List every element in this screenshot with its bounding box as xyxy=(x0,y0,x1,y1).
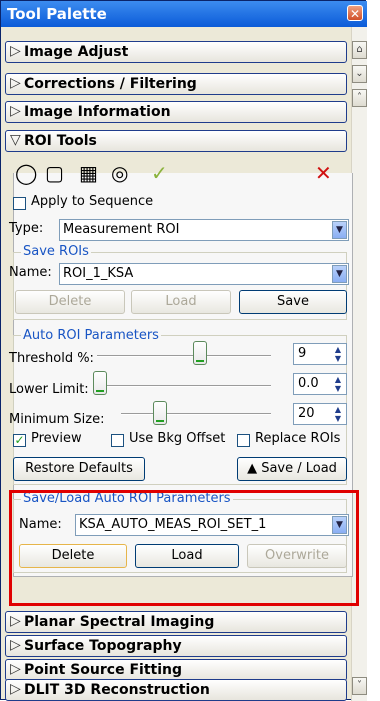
scroll-down-arrow-icon[interactable]: ⌄ xyxy=(352,65,367,83)
tool-palette-window: Tool Palette ✕ ⌂ ⌄ ˄ ˅ ▷ Image Adjust ▷ … xyxy=(0,0,367,701)
apply-to-sequence-label: Apply to Sequence xyxy=(31,194,154,209)
chevron-right-icon: ▷ xyxy=(10,75,21,91)
chevron-right-icon: ▷ xyxy=(10,661,21,677)
section-roi-tools[interactable]: ▽ ROI Tools xyxy=(5,130,347,152)
lower-limit-slider-thumb[interactable] xyxy=(93,371,107,395)
load-roi-button[interactable]: Load xyxy=(131,290,231,314)
delete-roi-icon[interactable]: ✕ xyxy=(315,161,332,185)
roi-name-select[interactable]: ROI_1_KSA ▼ xyxy=(59,263,349,285)
threshold-slider-track xyxy=(97,355,271,357)
section-image-adjust[interactable]: ▷ Image Adjust xyxy=(5,41,347,63)
lower-limit-slider-track xyxy=(97,385,271,387)
preview-label: Preview xyxy=(31,431,82,446)
window-title: Tool Palette xyxy=(7,5,107,23)
minimum-size-slider-thumb[interactable] xyxy=(153,401,167,425)
chevron-down-icon[interactable]: ▼ xyxy=(332,221,347,239)
lower-limit-value: 0.0 xyxy=(298,376,319,391)
threshold-spinner[interactable]: 9 ▲ ▼ xyxy=(293,343,347,365)
close-button[interactable]: ✕ xyxy=(347,5,363,21)
save-rois-title: Save ROIs xyxy=(21,244,91,259)
scroll-down-icon[interactable]: ˅ xyxy=(352,677,367,695)
replace-rois-label: Replace ROIs xyxy=(255,431,341,446)
preview-checkbox[interactable]: ✓ xyxy=(13,434,26,447)
chevron-right-icon: ▷ xyxy=(10,613,21,629)
section-surface-topography[interactable]: ▷ Surface Topography xyxy=(5,635,347,657)
threshold-label: Threshold %: xyxy=(9,351,94,366)
spinner-arrows-icon[interactable]: ▲ ▼ xyxy=(331,375,345,393)
chevron-right-icon: ▷ xyxy=(10,637,21,653)
use-bkg-offset-label: Use Bkg Offset xyxy=(129,431,226,446)
threshold-value: 9 xyxy=(298,346,307,361)
type-value: Measurement ROI xyxy=(63,222,180,237)
section-label: Image Adjust xyxy=(24,44,129,60)
chevron-right-icon: ▷ xyxy=(10,43,21,59)
auto-roi-title: Auto ROI Parameters xyxy=(21,328,161,343)
red-highlight-box xyxy=(9,490,359,606)
delete-roi-button[interactable]: Delete xyxy=(15,290,125,314)
section-corrections[interactable]: ▷ Corrections / Filtering xyxy=(5,73,347,95)
chevron-right-icon: ▷ xyxy=(10,681,21,697)
section-label: ROI Tools xyxy=(24,133,97,149)
ellipse-roi-icon[interactable]: ◯ xyxy=(15,161,37,185)
roi-name-value: ROI_1_KSA xyxy=(63,266,134,281)
spinner-arrows-icon[interactable]: ▲ ▼ xyxy=(331,345,345,363)
section-label: Planar Spectral Imaging xyxy=(24,614,215,630)
section-image-information[interactable]: ▷ Image Information xyxy=(5,101,347,123)
section-label: Corrections / Filtering xyxy=(24,76,197,92)
type-select[interactable]: Measurement ROI ▼ xyxy=(59,219,349,241)
free-draw-roi-icon[interactable]: ◎ xyxy=(111,161,128,185)
scroll-up-icon[interactable]: ˄ xyxy=(352,89,367,107)
section-planar-spectral[interactable]: ▷ Planar Spectral Imaging xyxy=(5,611,347,633)
chevron-down-icon[interactable]: ▼ xyxy=(332,265,347,283)
grid-roi-icon[interactable]: ▦ xyxy=(79,161,98,185)
chevron-right-icon: ▷ xyxy=(10,103,21,119)
restore-defaults-button[interactable]: Restore Defaults xyxy=(13,457,145,481)
minimum-size-slider-track xyxy=(121,413,271,415)
section-label: Image Information xyxy=(24,104,171,120)
spinner-arrows-icon[interactable]: ▲ ▼ xyxy=(331,405,345,423)
type-label: Type: xyxy=(9,221,44,236)
title-bar: Tool Palette ✕ xyxy=(1,1,367,27)
minimum-size-spinner[interactable]: 20 ▲ ▼ xyxy=(293,403,347,425)
section-dlit[interactable]: ▷ DLIT 3D Reconstruction xyxy=(5,679,347,701)
save-roi-button[interactable]: Save xyxy=(239,290,347,314)
apply-to-sequence-checkbox[interactable] xyxy=(13,197,26,210)
section-label: DLIT 3D Reconstruction xyxy=(24,682,210,698)
chevron-down-icon: ▽ xyxy=(10,132,21,148)
scroll-up-arrow-icon[interactable]: ⌂ xyxy=(352,41,367,59)
name-label: Name: xyxy=(9,265,52,280)
minimum-size-label: Minimum Size: xyxy=(9,412,105,427)
save-load-toggle-button[interactable]: ▲ Save / Load xyxy=(237,457,347,481)
use-bkg-offset-checkbox[interactable] xyxy=(111,434,124,447)
replace-rois-checkbox[interactable] xyxy=(237,434,250,447)
rectangle-roi-icon[interactable]: ▢ xyxy=(45,161,64,185)
section-point-source[interactable]: ▷ Point Source Fitting xyxy=(5,659,347,681)
minimum-size-value: 20 xyxy=(298,406,315,421)
lower-limit-spinner[interactable]: 0.0 ▲ ▼ xyxy=(293,373,347,395)
section-label: Point Source Fitting xyxy=(24,662,182,678)
auto-roi-icon[interactable]: ✓ xyxy=(151,161,168,185)
section-label: Surface Topography xyxy=(24,638,182,654)
threshold-slider-thumb[interactable] xyxy=(193,341,207,365)
lower-limit-label: Lower Limit: xyxy=(9,382,89,397)
